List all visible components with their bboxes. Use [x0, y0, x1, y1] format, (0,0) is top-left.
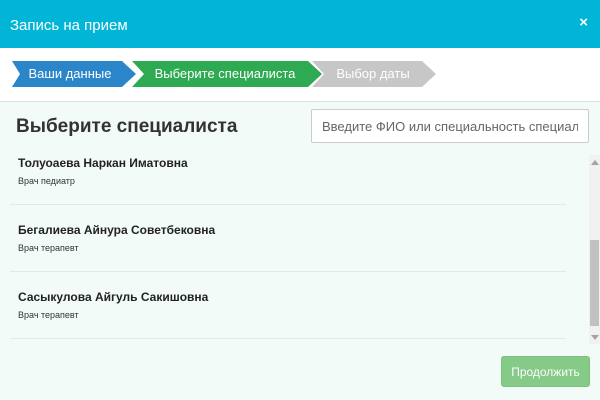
- doctor-specialty: Врач терапевт: [18, 310, 79, 320]
- list-scrollbar[interactable]: [589, 155, 600, 344]
- close-icon[interactable]: ×: [579, 15, 588, 30]
- page-title: Выберите специалиста: [16, 116, 238, 137]
- doctor-specialty: Врач терапевт: [18, 243, 79, 253]
- step-choose-date[interactable]: Выбор даты: [312, 61, 436, 87]
- list-item[interactable]: Бегалиева Айнура Советбековна Врач терап…: [10, 205, 566, 272]
- doctor-list: Толуоаева Наркан Иматовна Врач педиатр Б…: [10, 150, 566, 339]
- doctor-name: Толуоаева Наркан Иматовна: [18, 156, 188, 170]
- list-item[interactable]: Толуоаева Наркан Иматовна Врач педиатр: [10, 150, 566, 205]
- step-label: Выберите специалиста: [154, 66, 296, 81]
- scroll-up-arrow-icon[interactable]: [591, 160, 599, 165]
- modal-header: Запись на прием ×: [0, 0, 600, 48]
- modal-title: Запись на прием: [10, 17, 128, 34]
- continue-button[interactable]: Продолжить: [501, 356, 590, 387]
- doctor-specialty: Врач педиатр: [18, 176, 75, 186]
- list-item[interactable]: Сасыкулова Айгуль Сакишовна Врач терапев…: [10, 272, 566, 339]
- search-input[interactable]: [311, 109, 589, 143]
- scrollbar-thumb[interactable]: [590, 240, 599, 326]
- step-your-data[interactable]: Ваши данные: [12, 61, 136, 87]
- scroll-down-arrow-icon[interactable]: [591, 335, 599, 340]
- step-label: Ваши данные: [28, 66, 112, 81]
- step-label: Выбор даты: [336, 66, 410, 81]
- doctor-name: Бегалиева Айнура Советбековна: [18, 223, 216, 237]
- doctor-list-viewport[interactable]: Толуоаева Наркан Иматовна Врач педиатр Б…: [0, 150, 600, 344]
- wizard-steps: Ваши данные Выберите специалиста Выбор д…: [0, 48, 600, 102]
- step-choose-specialist[interactable]: Выберите специалиста: [132, 61, 322, 87]
- doctor-name: Сасыкулова Айгуль Сакишовна: [18, 290, 209, 304]
